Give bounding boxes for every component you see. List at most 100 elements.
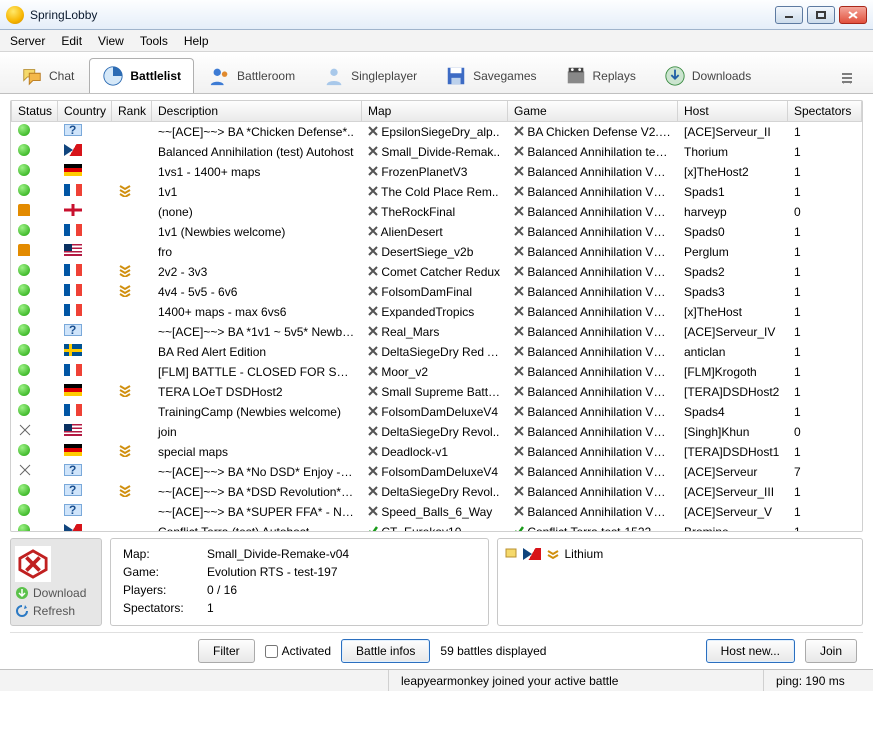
- rank-icon: [118, 383, 132, 397]
- battle-host: [TERA]DSDHost2: [678, 382, 788, 402]
- battle-map: Speed_Balls_6_Way: [362, 502, 508, 522]
- battle-game: Balanced Annihilation V7.63: [508, 262, 678, 282]
- column-header[interactable]: Description: [152, 101, 362, 122]
- battle-row[interactable]: ~~[ACE]~~> BA *SUPER FFA* - Neve.. Speed…: [12, 502, 862, 522]
- tab-singleplayer[interactable]: Singleplayer: [310, 58, 430, 93]
- battle-map: DeltaSiegeDry Revol..: [362, 422, 508, 442]
- battle-game: BA Chicken Defense V2.3..: [508, 122, 678, 142]
- minimize-button[interactable]: [775, 6, 803, 24]
- battle-row[interactable]: 1v1 (Newbies welcome) AlienDesert Balanc…: [12, 222, 862, 242]
- menu-edit[interactable]: Edit: [61, 34, 82, 48]
- battle-game: Balanced Annihilation V7.63: [508, 302, 678, 322]
- country-flag: [64, 124, 82, 136]
- x-icon: [514, 145, 524, 155]
- column-header[interactable]: Map: [362, 101, 508, 122]
- x-icon: [368, 185, 378, 195]
- column-header[interactable]: Host: [678, 101, 788, 122]
- column-header[interactable]: Country: [58, 101, 112, 122]
- battle-row[interactable]: Conflict Terra (test) Autohost CT_Eureka…: [12, 522, 862, 533]
- tab-savegames[interactable]: Savegames: [432, 58, 549, 93]
- battle-row[interactable]: fro DesertSiege_v2b Balanced Annihilatio…: [12, 242, 862, 262]
- country-flag: [64, 484, 82, 496]
- menu-tools[interactable]: Tools: [140, 34, 168, 48]
- battle-row[interactable]: 1400+ maps - max 6vs6 ExpandedTropics Ba…: [12, 302, 862, 322]
- x-icon: [368, 325, 378, 335]
- tab-battleroom[interactable]: Battleroom: [196, 58, 308, 93]
- ping-label: ping: 190 ms: [763, 670, 863, 691]
- battle-list[interactable]: StatusCountryRankDescriptionMapGameHostS…: [10, 100, 863, 532]
- open-icon: [18, 524, 30, 532]
- battle-infos-button[interactable]: Battle infos: [341, 639, 430, 663]
- battle-row[interactable]: ~~[ACE]~~> BA *No DSD* Enjoy - Ful.. Fol…: [12, 462, 862, 482]
- open-icon: [18, 284, 30, 296]
- x-icon: [368, 385, 378, 395]
- detail-game-label: Game:: [123, 565, 207, 579]
- filter-button[interactable]: Filter: [198, 639, 255, 663]
- country-flag: [64, 204, 82, 216]
- column-header[interactable]: Game: [508, 101, 678, 122]
- country-flag: [64, 344, 82, 356]
- close-button[interactable]: [839, 6, 867, 24]
- x-icon: [514, 305, 524, 315]
- battle-row[interactable]: 2v2 - 3v3 Comet Catcher Redux Balanced A…: [12, 262, 862, 282]
- check-icon: [368, 525, 378, 533]
- tab-chat[interactable]: Chat: [8, 58, 87, 93]
- menu-help[interactable]: Help: [184, 34, 209, 48]
- locked-icon: [18, 204, 30, 216]
- battle-row[interactable]: 4v4 - 5v5 - 6v6 FolsomDamFinal Balanced …: [12, 282, 862, 302]
- battle-map: DeltaSiegeDry Red Al..: [362, 342, 508, 362]
- battle-row[interactable]: ~~[ACE]~~> BA *Chicken Defense*.. Epsilo…: [12, 122, 862, 142]
- battle-row[interactable]: special maps Deadlock-v1 Balanced Annihi…: [12, 442, 862, 462]
- country-flag: [64, 324, 82, 336]
- x-icon: [514, 125, 524, 135]
- battle-row[interactable]: (none) TheRockFinal Balanced Annihilatio…: [12, 202, 862, 222]
- battle-row[interactable]: 1vs1 - 1400+ maps FrozenPlanetV3 Balance…: [12, 162, 862, 182]
- open-icon: [18, 124, 30, 136]
- battle-desc: ~~[ACE]~~> BA *1v1 ~ 5v5* Newbie..: [152, 322, 362, 342]
- join-button[interactable]: Join: [805, 639, 857, 663]
- menu-view[interactable]: View: [98, 34, 124, 48]
- detail-game-value: Evolution RTS - test-197: [207, 565, 338, 579]
- battle-spec: 1: [788, 482, 862, 502]
- battle-map: DesertSiege_v2b: [362, 242, 508, 262]
- x-icon: [368, 445, 378, 455]
- open-icon: [18, 224, 30, 236]
- host-new-button[interactable]: Host new...: [706, 639, 795, 663]
- battle-desc: BA Red Alert Edition: [152, 342, 362, 362]
- x-icon: [368, 225, 378, 235]
- battle-host: harveyp: [678, 202, 788, 222]
- battle-row[interactable]: ~~[ACE]~~> BA *DSD Revolution* fr.. Delt…: [12, 482, 862, 502]
- battle-host: [x]TheHost: [678, 302, 788, 322]
- tabbar-overflow-button[interactable]: [831, 66, 865, 93]
- battle-map: FolsomDamDeluxeV4: [362, 462, 508, 482]
- battle-row[interactable]: TERA LOeT DSDHost2 Small Supreme Battle.…: [12, 382, 862, 402]
- x-icon: [368, 305, 378, 315]
- tab-downloads[interactable]: Downloads: [651, 58, 764, 93]
- battle-map: Small_Divide-Remak..: [362, 142, 508, 162]
- tab-battlelist[interactable]: Battlelist: [89, 58, 194, 93]
- column-header[interactable]: Spectators: [788, 101, 862, 122]
- battle-desc: (none): [152, 202, 362, 222]
- download-action[interactable]: Download: [15, 586, 97, 600]
- battle-row[interactable]: join DeltaSiegeDry Revol.. Balanced Anni…: [12, 422, 862, 442]
- battle-row[interactable]: TrainingCamp (Newbies welcome) FolsomDam…: [12, 402, 862, 422]
- battle-desc: ~~[ACE]~~> BA *SUPER FFA* - Neve..: [152, 502, 362, 522]
- battle-map: DeltaSiegeDry Revol..: [362, 482, 508, 502]
- activated-checkbox[interactable]: Activated: [265, 644, 331, 658]
- refresh-action[interactable]: Refresh: [15, 604, 97, 618]
- battle-row[interactable]: BA Red Alert Edition DeltaSiegeDry Red A…: [12, 342, 862, 362]
- column-header[interactable]: Status: [12, 101, 58, 122]
- player-row[interactable]: Lithium: [504, 545, 857, 562]
- column-header[interactable]: Rank: [112, 101, 152, 122]
- battle-host: [ACE]Serveur: [678, 462, 788, 482]
- menu-server[interactable]: Server: [10, 34, 45, 48]
- battle-row[interactable]: [FLM] BATTLE - CLOSED FOR SELF-SLA.. Moo…: [12, 362, 862, 382]
- battle-game: Balanced Annihilation V7.63: [508, 362, 678, 382]
- battle-map: FolsomDamDeluxeV4: [362, 402, 508, 422]
- battle-row[interactable]: ~~[ACE]~~> BA *1v1 ~ 5v5* Newbie.. Real_…: [12, 322, 862, 342]
- battle-row[interactable]: 1v1 The Cold Place Rem.. Balanced Annihi…: [12, 182, 862, 202]
- battle-row[interactable]: Balanced Annihilation (test) Autohost Sm…: [12, 142, 862, 162]
- maximize-button[interactable]: [807, 6, 835, 24]
- tab-replays[interactable]: Replays: [552, 58, 649, 93]
- battle-spec: 1: [788, 162, 862, 182]
